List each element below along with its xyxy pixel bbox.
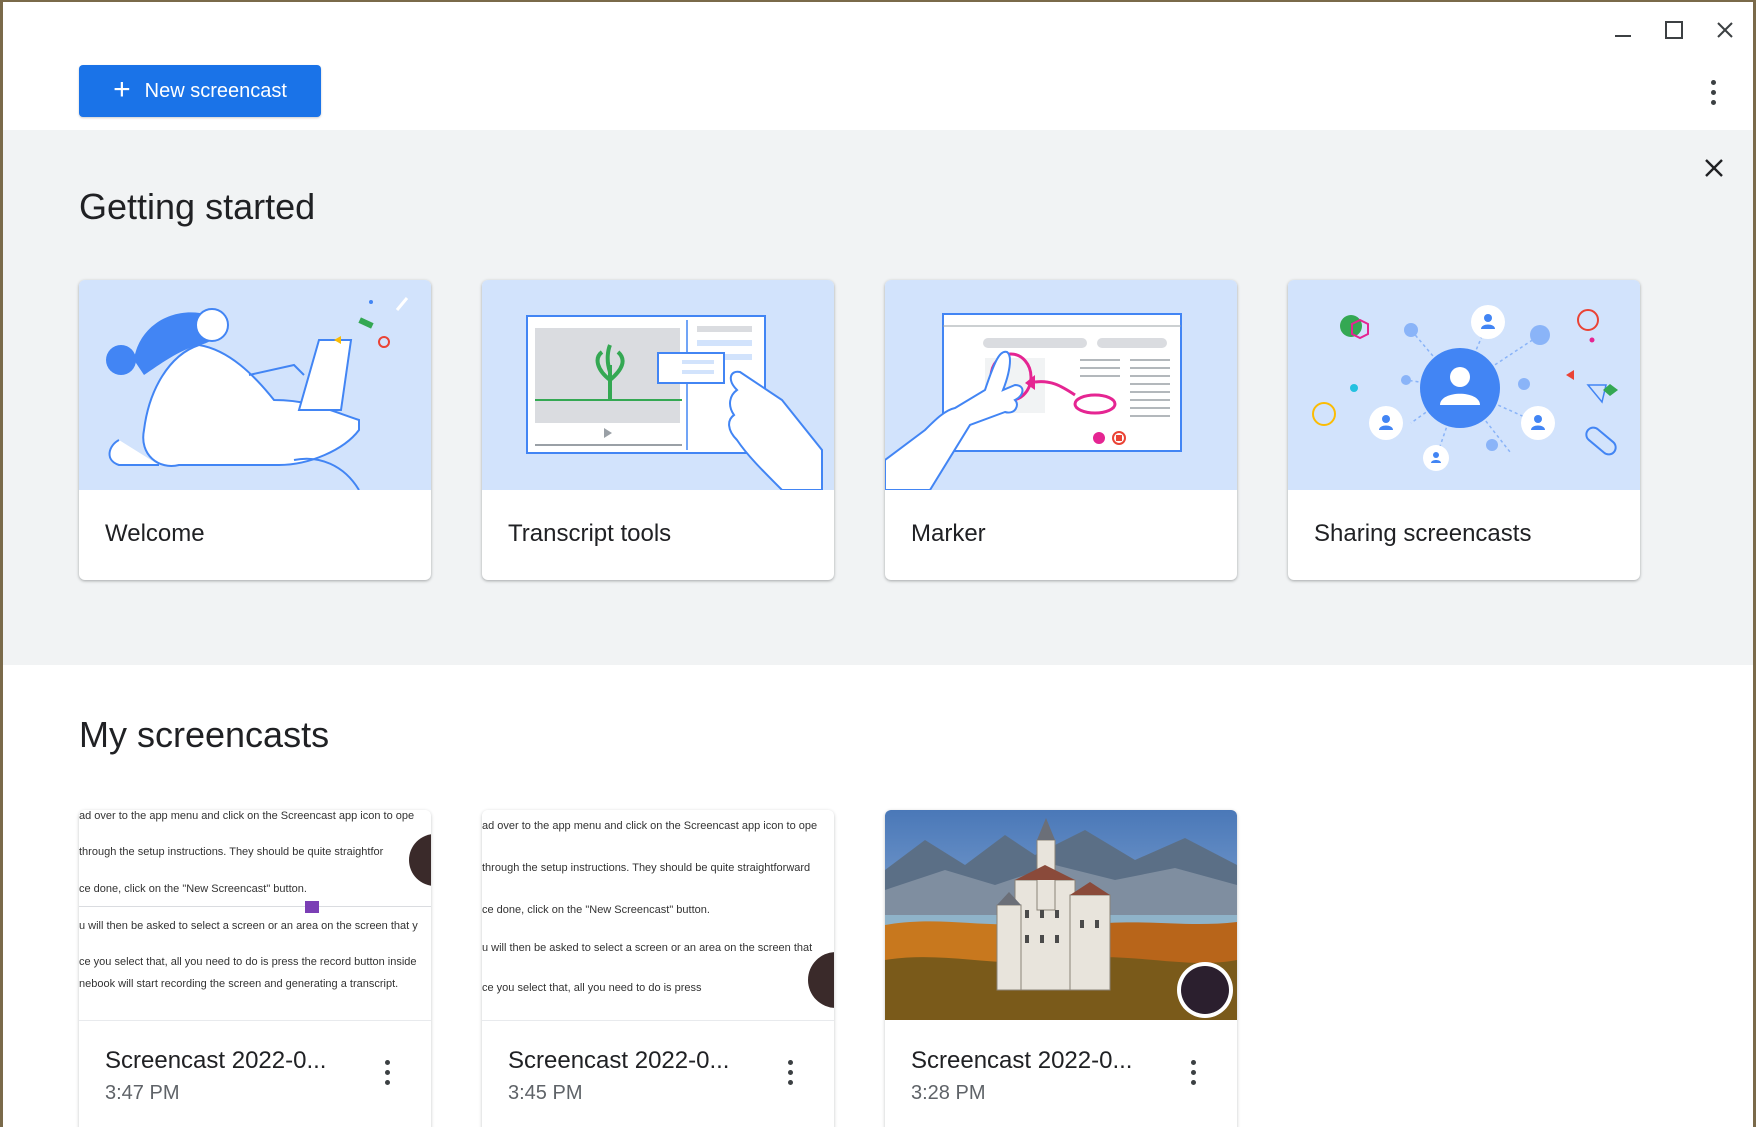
getting-started-panel: Getting started Welcome Transcript tools…	[3, 130, 1753, 665]
thumbnail-widget	[305, 901, 319, 913]
thumbnail-text-line: through the setup instructions. They sho…	[482, 862, 811, 874]
thumbnail-text-line: nebook will start recording the screen a…	[79, 978, 399, 990]
screencast-card[interactable]: ad over to the app menu and click on the…	[79, 810, 431, 1127]
card-divider	[482, 1020, 834, 1021]
more-vert-icon	[1190, 1059, 1196, 1085]
thumbnail-text-line: through the setup instructions. They sho…	[79, 846, 384, 858]
screencast-more-button[interactable]	[772, 1054, 808, 1090]
screencast-card[interactable]: ad over to the app menu and click on the…	[482, 810, 834, 1127]
thumbnail-text-line: u will then be asked to select a screen …	[79, 920, 418, 932]
screencast-card[interactable]: Screencast 2022-0... 3:28 PM	[885, 810, 1237, 1127]
my-screencasts-title: My screencasts	[79, 714, 330, 755]
new-screencast-label: New screencast	[144, 79, 287, 102]
thumbnail-text-line: ad over to the app menu and click on the…	[482, 820, 818, 832]
screencast-title: Screencast 2022-0...	[911, 1047, 1133, 1074]
avatar	[808, 952, 834, 1008]
thumbnail-text-line: ad over to the app menu and click on the…	[79, 810, 415, 822]
screencast-time: 3:28 PM	[911, 1082, 986, 1104]
castle-landscape-image	[885, 810, 1237, 1020]
more-vert-icon	[384, 1059, 390, 1085]
getting-started-title: Getting started	[79, 186, 316, 227]
welcome-card[interactable]: Welcome	[79, 280, 431, 580]
close-icon	[1705, 159, 1723, 177]
screencast-time: 3:45 PM	[508, 1082, 583, 1104]
screencast-title: Screencast 2022-0...	[105, 1047, 327, 1074]
avatar	[409, 834, 431, 886]
welcome-card-label: Welcome	[105, 520, 205, 547]
screencast-thumbnail[interactable]: ad over to the app menu and click on the…	[482, 810, 834, 1020]
more-vert-icon	[1710, 79, 1716, 105]
sharing-screencasts-card[interactable]: Sharing screencasts	[1288, 280, 1640, 580]
minimize-icon	[1615, 35, 1631, 37]
thumbnail-text-line: ce you select that, all you need to do i…	[79, 956, 417, 968]
minimize-button[interactable]	[1603, 10, 1643, 50]
more-options-button[interactable]	[1695, 74, 1731, 110]
transcript-tools-card-label: Transcript tools	[508, 520, 672, 547]
maximize-button[interactable]	[1654, 10, 1694, 50]
thumbnail-text-line: ce done, click on the "New Screencast" b…	[79, 883, 307, 895]
close-getting-started-button[interactable]	[1696, 150, 1732, 186]
maximize-icon	[1665, 21, 1683, 39]
transcript-tools-illustration	[482, 280, 834, 491]
new-screencast-button[interactable]: + New screencast	[79, 65, 321, 117]
screencast-thumbnail[interactable]	[885, 810, 1237, 1020]
more-vert-icon	[787, 1059, 793, 1085]
transcript-tools-card[interactable]: Transcript tools	[482, 280, 834, 580]
card-divider	[79, 1020, 431, 1021]
plus-icon: +	[113, 72, 131, 106]
marker-card-label: Marker	[911, 520, 986, 547]
close-icon	[1717, 22, 1733, 38]
app-header: + New screencast	[3, 2, 1753, 130]
sharing-screencasts-illustration	[1288, 280, 1640, 490]
close-window-button[interactable]	[1705, 10, 1745, 50]
thumbnail-text-line: u will then be asked to select a screen …	[482, 942, 813, 954]
thumbnail-divider	[79, 906, 431, 907]
screencast-title: Screencast 2022-0...	[508, 1047, 730, 1074]
thumbnail-text-line: ce done, click on the "New Screencast" b…	[482, 904, 710, 916]
welcome-illustration	[79, 280, 431, 491]
screencast-thumbnail[interactable]: ad over to the app menu and click on the…	[79, 810, 431, 1020]
marker-illustration	[885, 280, 1237, 491]
screencast-app-window: + New screencast Getting started Welcome…	[3, 2, 1753, 1127]
screencast-time: 3:47 PM	[105, 1082, 180, 1104]
screencast-more-button[interactable]	[369, 1054, 405, 1090]
screencast-more-button[interactable]	[1175, 1054, 1211, 1090]
sharing-screencasts-card-label: Sharing screencasts	[1314, 520, 1532, 547]
marker-card[interactable]: Marker	[885, 280, 1237, 580]
thumbnail-text-line: ce you select that, all you need to do i…	[482, 982, 702, 994]
